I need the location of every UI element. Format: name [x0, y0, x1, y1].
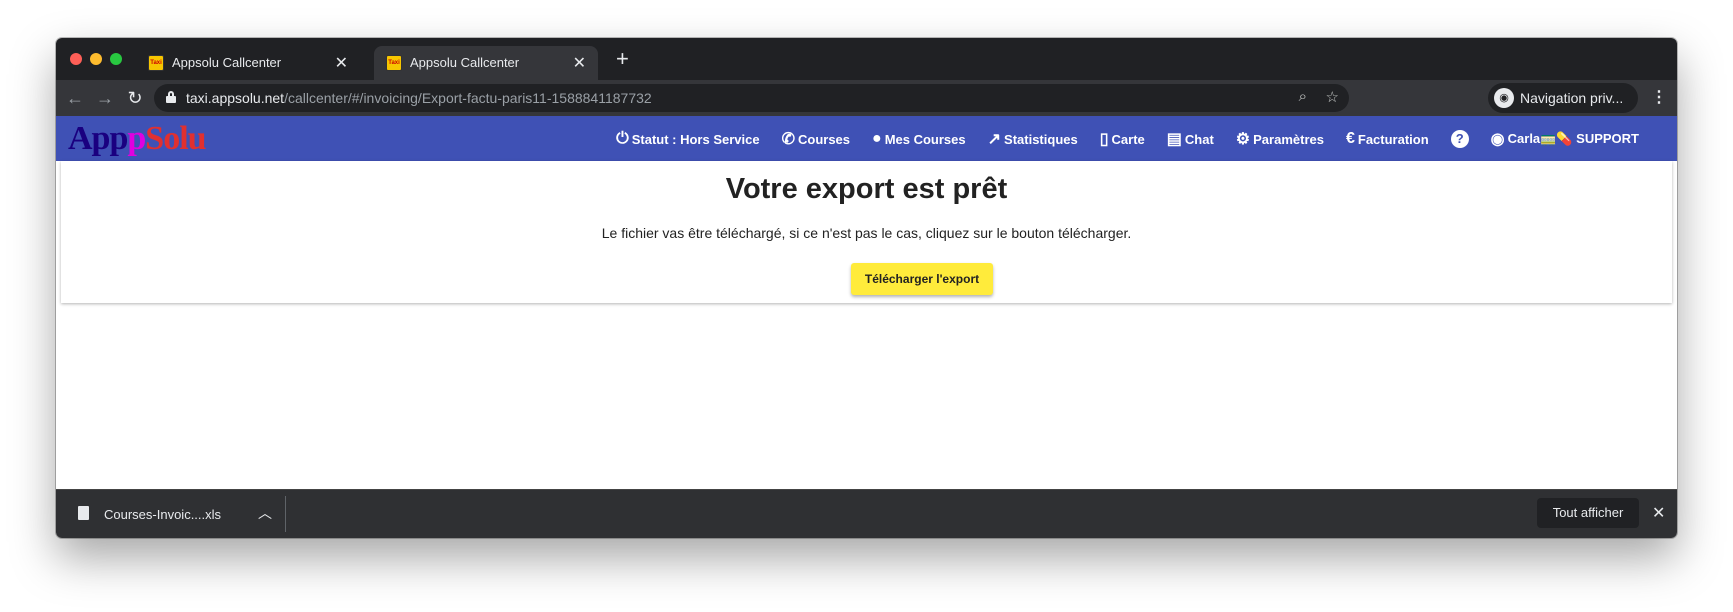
nav-chat[interactable]: ▤ Chat [1167, 129, 1214, 149]
page-title: Votre export est prêt [725, 173, 1008, 205]
chevron-up-icon[interactable]: ︿ [258, 503, 272, 523]
nav-carte[interactable]: ▯ Carte [1100, 129, 1145, 149]
tab-title: Appsolu Callcenter [172, 55, 282, 70]
lock-icon [166, 91, 176, 103]
tab-strip: Taxi Appsolu Callcenter ✕ Taxi Appsolu C… [56, 38, 1677, 80]
export-message: Le fichier vas être téléchargé, si ce n'… [601, 225, 1132, 241]
browser-window: Taxi Appsolu Callcenter ✕ Taxi Appsolu C… [56, 38, 1677, 538]
nav-statistiques[interactable]: ↗ Statistiques [988, 129, 1078, 149]
show-all-downloads-button[interactable]: Tout afficher [1537, 498, 1639, 528]
chat-icon: ▤ [1166, 131, 1182, 148]
account-circle-icon: ◉ [1490, 131, 1505, 148]
help-icon: ? [1450, 130, 1469, 148]
download-shelf: Courses-Invoic....xls ︿ Tout afficher ✕ [56, 489, 1677, 538]
gear-icon: ⚙ [1235, 131, 1251, 148]
zoom-icon[interactable]: ⌕ [1299, 88, 1307, 105]
browser-menu-icon[interactable]: ⋮ [1651, 88, 1667, 108]
map-icon: ▯ [1099, 131, 1109, 148]
download-file-name: Courses-Invoic....xls [104, 507, 222, 522]
close-window-button[interactable] [70, 53, 82, 65]
tab-title: Appsolu Callcenter [410, 55, 520, 70]
person-icon: ● [872, 130, 882, 147]
back-arrow-icon[interactable]: ← [62, 85, 88, 111]
bookmark-star-icon[interactable]: ☆ [1326, 88, 1339, 106]
forward-arrow-icon[interactable]: → [92, 85, 118, 111]
app-header: ApppSolu ⏻ Statut : Hors Service ✆ Courses… [56, 116, 1677, 161]
close-tab-icon[interactable]: ✕ [573, 53, 586, 73]
close-shelf-icon[interactable]: ✕ [1652, 503, 1665, 523]
profile-label: Navigation priv... [1520, 90, 1624, 106]
phone-icon: ✆ [781, 131, 795, 148]
nav-mes-courses[interactable]: ● Mes Courses [872, 130, 966, 148]
browser-tab-2[interactable]: Taxi Appsolu Callcenter ✕ [374, 46, 598, 80]
nav-status[interactable]: ⏻ Statut : Hors Service [616, 130, 760, 148]
main-content: Votre export est prêt Le fichier vas êtr… [56, 161, 1677, 527]
url-text[interactable]: taxi.appsolu.net/callcenter/#/invoicing/… [186, 90, 652, 106]
reload-icon[interactable]: ↻ [122, 85, 148, 111]
trending-icon: ↗ [987, 131, 1002, 148]
nav-parametres[interactable]: ⚙ Paramètres [1236, 129, 1324, 149]
new-tab-icon[interactable]: + [616, 48, 629, 70]
maximize-window-button[interactable] [110, 53, 122, 65]
nav-user[interactable]: ◉ Carla🚃💊 SUPPORT [1491, 129, 1639, 149]
incognito-icon: ◉ [1494, 88, 1514, 108]
taxi-favicon-icon: Taxi [148, 55, 164, 71]
appsolu-logo[interactable]: ApppSolu [68, 119, 207, 159]
close-tab-icon[interactable]: ✕ [335, 53, 348, 73]
download-item[interactable]: Courses-Invoic....xls ︿ [56, 490, 286, 538]
nav-courses[interactable]: ✆ Courses [782, 129, 850, 149]
minimize-window-button[interactable] [90, 53, 102, 65]
browser-toolbar: ← → ↻ taxi.appsolu.net/callcenter/#/invo… [56, 80, 1677, 116]
incognito-profile-button[interactable]: ◉ Navigation priv... [1488, 83, 1638, 113]
nav-facturation[interactable]: € Facturation [1346, 130, 1429, 148]
download-export-button[interactable]: Télécharger l'export [851, 263, 993, 295]
power-icon: ⏻ [616, 130, 629, 147]
address-bar[interactable]: taxi.appsolu.net/callcenter/#/invoicing/… [154, 84, 1349, 112]
taxi-favicon-icon: Taxi [386, 55, 402, 71]
browser-tab-1[interactable]: Taxi Appsolu Callcenter ✕ [136, 46, 360, 80]
shelf-divider [285, 496, 286, 532]
app-nav: ⏻ Statut : Hors Service ✆ Courses ● Mes Cou… [594, 128, 1639, 150]
export-card: Votre export est prêt Le fichier vas êtr… [61, 161, 1672, 303]
euro-icon: € [1345, 130, 1355, 147]
file-icon [78, 506, 89, 520]
nav-help[interactable]: ? [1450, 130, 1469, 148]
